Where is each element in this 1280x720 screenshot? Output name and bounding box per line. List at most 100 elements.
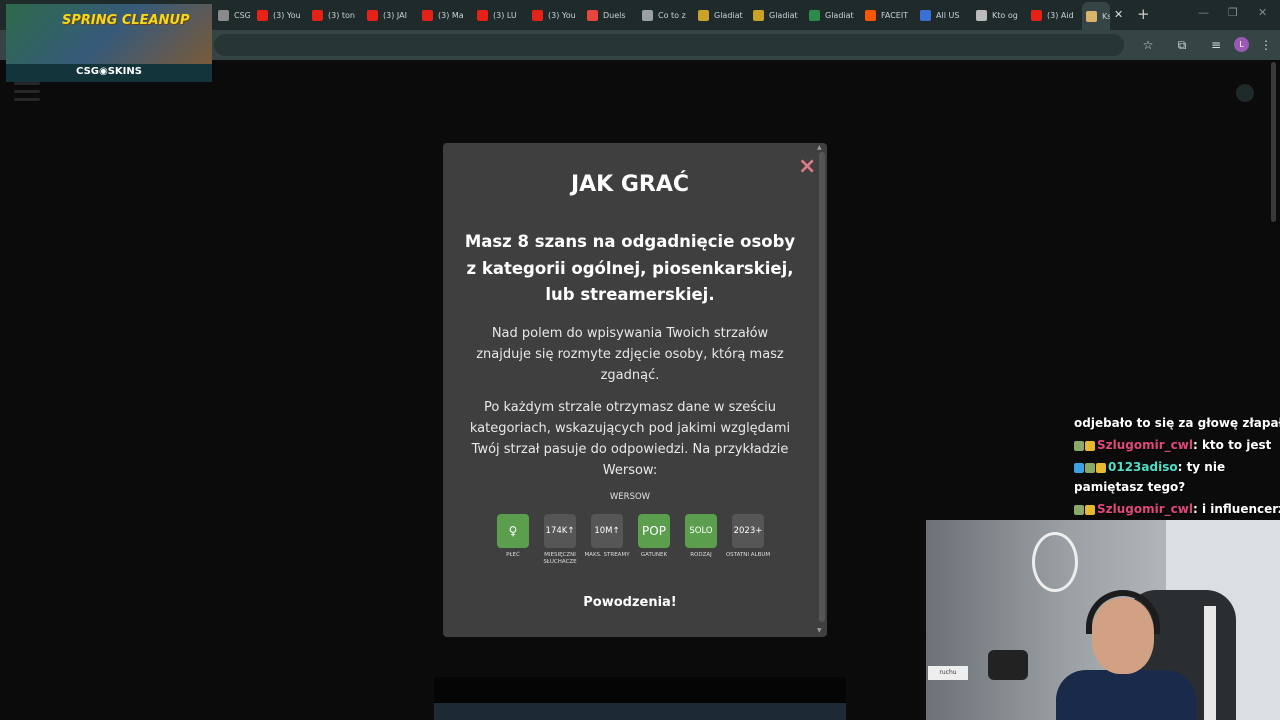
youtube-icon (312, 9, 323, 21)
modal-paragraph-photo: Nad polem do wpisywania Twoich strzałów … (476, 326, 784, 383)
new-tab-button[interactable]: + (1137, 5, 1150, 23)
stream-chat: odjebało to się za głowę złapałem Szlugom… (1070, 414, 1280, 520)
chat-text: : kto to jest (1192, 438, 1272, 452)
theme-toggle-icon[interactable] (1236, 84, 1254, 102)
modal-scroll-up-icon[interactable]: ▲ (817, 144, 822, 151)
restore-icon[interactable]: ❐ (1228, 6, 1238, 19)
youtube-icon (1031, 9, 1042, 21)
badge-icon (1085, 440, 1095, 451)
category-tile-label: PŁEĆ (506, 552, 520, 558)
browser-tab-label: Co to z (658, 10, 686, 20)
browser-menu-icon[interactable]: ⋮ (1258, 37, 1274, 53)
browser-tab-label: FACEIT (881, 10, 909, 20)
youtube-icon (257, 9, 268, 21)
category-tile-label: RODZAJ (690, 552, 712, 558)
modal-scroll-down-icon[interactable]: ▼ (817, 627, 822, 634)
image-icon (698, 9, 709, 21)
chat-badges (1074, 462, 1106, 473)
category-tile-label: MIESIĘCZNI SŁUCHACZE (543, 552, 577, 565)
guess-input-area[interactable] (434, 677, 846, 703)
badge-icon (1074, 440, 1084, 451)
browser-tab-label: Gladiat (769, 10, 798, 20)
browser-tab[interactable]: (3) You (528, 4, 578, 26)
chat-username[interactable]: Szlugomir_cwl (1097, 438, 1193, 452)
browser-tab[interactable]: (3) LU (473, 4, 523, 26)
chat-badges (1074, 440, 1095, 451)
chat-message: Szlugomir_cwl: i influencerzy (1074, 502, 1280, 516)
slash-icon (809, 9, 820, 21)
category-tile-label: MAKS. STREAMY (584, 552, 630, 558)
badge-icon (1085, 462, 1095, 473)
youtube-icon (422, 9, 433, 21)
cube-icon (642, 9, 653, 21)
chat-message: pamiętasz tego? (1074, 480, 1185, 494)
chat-message: 0123adiso: ty nie (1074, 460, 1225, 474)
browser-tab[interactable]: (3) You (253, 4, 303, 26)
webcam-sticker: ruchu (928, 666, 968, 680)
ring-light (1032, 532, 1078, 592)
category-tile: 174K↑ (544, 514, 576, 548)
browser-tab-label: (3) You (273, 10, 301, 20)
browser-tab-label: (3) ton (328, 10, 355, 20)
close-tab-icon[interactable]: ✕ (1114, 8, 1123, 21)
browser-tab[interactable]: Gladiat (694, 4, 744, 26)
webcam-feed: ruchu (926, 520, 1280, 720)
badge-icon (1074, 504, 1084, 515)
chat-text: pamiętasz tego? (1074, 480, 1186, 494)
browser-tab[interactable]: (3) Ma (418, 4, 468, 26)
category-tile: POP (638, 514, 670, 548)
address-bar[interactable] (214, 34, 1124, 56)
browser-tab[interactable]: Co to z (638, 4, 688, 26)
image-icon (753, 9, 764, 21)
browser-tab-label: (3) You (548, 10, 576, 20)
browser-tab[interactable]: Kto og (972, 4, 1022, 26)
extensions-icon[interactable]: ⧉ (1174, 37, 1190, 53)
category-tile: ♀ (497, 514, 529, 548)
sponsor-title: SPRING CLEANUP (62, 13, 190, 28)
youtube-icon (532, 9, 543, 21)
browser-tab-label: (3) Ma (438, 10, 464, 20)
browser-tab[interactable]: (3) Aid (1027, 4, 1077, 26)
csgo-icon (218, 9, 229, 21)
chat-text: odjebało to się za głowę złapałem (1074, 416, 1280, 430)
chat-message: Szlugomir_cwl: kto to jest (1074, 438, 1271, 452)
modal-paragraph-categories: Po każdym strzale otrzymasz dane w sześc… (469, 400, 791, 478)
browser-tab[interactable]: Gladiat (805, 4, 855, 26)
chat-username[interactable]: 0123adiso (1108, 460, 1178, 474)
browser-tab-label: Gladiat (825, 10, 854, 20)
chat-text: : i influencerzy (1192, 502, 1280, 516)
browser-tab-label: Ks (1102, 11, 1110, 21)
how-to-play-modal (443, 143, 827, 637)
badge-icon (1085, 504, 1095, 515)
browser-tab-label: Kto og (992, 10, 1018, 20)
browser-tab[interactable]: Ks (1082, 2, 1110, 30)
profile-avatar[interactable]: L (1234, 37, 1249, 52)
media-queue-icon[interactable]: ≡ (1208, 37, 1224, 53)
category-tile: SOLO (685, 514, 717, 548)
browser-tab[interactable]: (3) JAI (363, 4, 413, 26)
chat-text: : ty nie (1177, 460, 1226, 474)
bookmark-star-icon[interactable]: ☆ (1140, 37, 1156, 53)
youtube-icon (367, 9, 378, 21)
browser-tab-label: All US (936, 10, 960, 20)
plus-icon (976, 9, 987, 21)
minimize-icon[interactable]: — (1198, 6, 1209, 19)
chevron-icon (920, 9, 931, 21)
browser-tab[interactable]: (3) ton (308, 4, 358, 26)
modal-title: JAK GRAĆ (570, 172, 690, 197)
category-tile: 2023+ (732, 514, 764, 548)
browser-tab[interactable]: Gladiat (749, 4, 799, 26)
modal-scrollbar[interactable] (819, 152, 825, 622)
browser-tab-label: (3) Aid (1047, 10, 1074, 20)
window-close-icon[interactable]: ✕ (1258, 6, 1267, 19)
chat-username[interactable]: Szlugomir_cwl (1097, 502, 1193, 516)
browser-tab-label: CSGO- (234, 10, 250, 20)
hamburger-menu-icon[interactable] (14, 82, 40, 102)
browser-tab[interactable]: Duels (583, 4, 633, 26)
youtube-icon (477, 9, 488, 21)
browser-tab[interactable]: FACEIT (861, 4, 911, 26)
browser-tab[interactable]: CSGO- (214, 4, 250, 26)
page-scrollbar[interactable] (1271, 62, 1276, 222)
browser-tab[interactable]: All US (916, 4, 966, 26)
modal-lead-text: Masz 8 szans na odgadnięcie osoby z kate… (464, 232, 796, 304)
